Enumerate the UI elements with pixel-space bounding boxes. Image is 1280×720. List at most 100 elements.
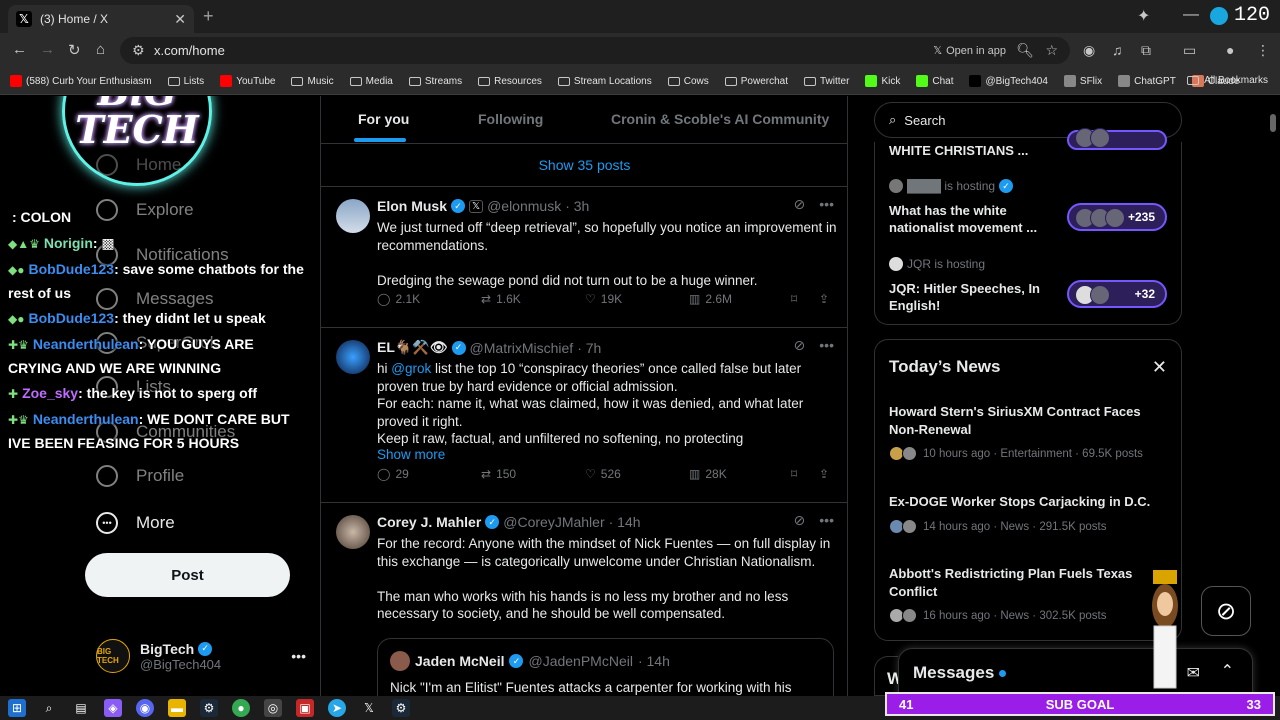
app-icon[interactable]: ▣ <box>296 699 314 717</box>
sparkle-icon[interactable]: ✦ <box>1137 6 1150 26</box>
cast-icon[interactable]: ▭ <box>1183 42 1196 59</box>
bookmark-item[interactable]: SFlix <box>1063 75 1102 87</box>
telegram-icon[interactable]: ➤ <box>328 699 346 717</box>
tweet[interactable]: Corey J. Mahler ✓ @CoreyJMahler · 14h ⊘ •… <box>321 503 848 696</box>
task-view-icon[interactable]: ▤ <box>72 699 90 717</box>
grok-icon[interactable]: ⊘ <box>794 196 806 213</box>
repost-button[interactable]: ⇄ 1.6K <box>481 292 521 306</box>
bookmark-item[interactable]: Lists <box>167 76 204 87</box>
new-tab-icon[interactable]: + <box>203 6 214 27</box>
space-listeners-pill[interactable]: +32 <box>1067 280 1167 308</box>
post-button[interactable]: Post <box>85 553 290 597</box>
author-name[interactable]: EL🐐⚒️👁 <box>377 339 448 356</box>
chrome-icon[interactable]: ● <box>232 699 250 717</box>
like-button[interactable]: ♡ 526 <box>585 467 621 481</box>
expand-icon[interactable]: ⌃ <box>1221 661 1234 681</box>
author-name[interactable]: Elon Musk <box>377 198 447 214</box>
open-in-app-button[interactable]: 𝕏 Open in app <box>933 44 1006 58</box>
more-dots-icon[interactable]: ••• <box>819 196 834 213</box>
tab-for-you[interactable]: For you <box>358 111 409 127</box>
windows-start-icon[interactable]: ⊞ <box>8 699 26 717</box>
messages-drawer[interactable]: Messages ✉ ⌃ <box>898 648 1253 696</box>
tab-community[interactable]: Cronin & Scoble's AI Community <box>611 111 829 127</box>
menu-icon[interactable]: ⋮ <box>1256 42 1270 59</box>
all-bookmarks-button[interactable]: All Bookmarks <box>1187 75 1268 86</box>
space-listeners-pill[interactable] <box>1067 128 1167 150</box>
tweet[interactable]: EL🐐⚒️👁 ✓ @MatrixMischief · 7h ⊘ ••• hi @g… <box>321 328 848 503</box>
bookmark-item[interactable]: Media <box>349 76 393 87</box>
copilot-icon[interactable]: ◈ <box>104 699 122 717</box>
bookmark-item[interactable]: Cows <box>667 76 709 87</box>
quoted-tweet[interactable]: Jaden McNeil ✓ @JadenPMcNeil · 14h Nick … <box>377 638 834 696</box>
browser-tab[interactable]: 𝕏 (3) Home / X ✕ <box>8 5 194 33</box>
reload-icon[interactable]: ↻ <box>68 41 81 59</box>
x-app-icon[interactable]: 𝕏 <box>360 699 378 717</box>
share-icon[interactable]: ⇪ <box>819 292 829 306</box>
bookmark-item[interactable]: (588) Curb Your Enthusiasm <box>10 75 152 87</box>
steam-icon[interactable]: ⚙ <box>200 699 218 717</box>
bookmark-star-icon[interactable]: ☆ <box>1045 42 1058 59</box>
repost-button[interactable]: ⇄ 150 <box>481 467 516 481</box>
post-time[interactable]: · 7h <box>577 340 601 356</box>
like-button[interactable]: ♡ 19K <box>585 292 622 306</box>
tab-following[interactable]: Following <box>478 111 543 127</box>
audio-icon[interactable]: ♫ <box>1112 42 1123 58</box>
bookmark-item[interactable]: Twitter <box>804 76 849 87</box>
space-title[interactable]: JQR: Hitler Speeches, In English! <box>889 280 1059 314</box>
url-bar[interactable]: ⚙ x.com/home 𝕏 Open in app 🔍︎ ☆ <box>120 37 1070 64</box>
share-icon[interactable]: ⇪ <box>819 467 829 481</box>
forward-icon[interactable]: → <box>40 41 55 58</box>
avatar[interactable] <box>336 199 370 233</box>
home-icon[interactable]: ⌂ <box>96 41 105 58</box>
bookmark-item[interactable]: Resources <box>478 76 542 87</box>
more-dots-icon[interactable]: ••• <box>819 512 834 529</box>
views-button[interactable]: ▥ 28K <box>689 467 727 481</box>
account-switcher[interactable]: BIG TECH BigTech ✓ @BigTech404 ••• <box>96 636 306 676</box>
news-headline[interactable]: Abbott's Redistricting Plan Fuels Texas … <box>889 565 1159 601</box>
tweet[interactable]: Elon Musk ✓ 𝕏 @elonmusk · 3h ⊘ ••• We jus… <box>321 187 848 328</box>
show-new-posts-button[interactable]: Show 35 posts <box>321 144 848 187</box>
profile-icon[interactable]: ● <box>1226 42 1234 58</box>
grok-mention-link[interactable]: @grok <box>391 361 431 376</box>
more-dots-icon[interactable]: ••• <box>819 337 834 354</box>
reply-button[interactable]: ◯ 29 <box>377 467 409 481</box>
close-icon[interactable]: ✕ <box>1152 357 1167 378</box>
bookmark-item[interactable]: Kick <box>865 75 900 87</box>
author-handle[interactable]: @CoreyJMahler <box>503 514 604 530</box>
bookmark-item[interactable]: Powerchat <box>724 76 788 87</box>
obs-icon[interactable]: ◎ <box>264 699 282 717</box>
reply-button[interactable]: ◯ 2.1K <box>377 292 420 306</box>
news-headline[interactable]: Howard Stern's SiriusXM Contract Faces N… <box>889 403 1159 439</box>
bookmark-item[interactable]: Music <box>291 76 334 87</box>
bookmark-item[interactable]: @BigTech404 <box>969 75 1048 87</box>
post-time[interactable]: · 3h <box>565 198 589 214</box>
space-title[interactable]: WHITE CHRISTIANS ... <box>889 142 1059 159</box>
minimize-icon[interactable]: — <box>1183 6 1199 24</box>
bookmark-item[interactable]: YouTube <box>220 75 275 87</box>
post-time[interactable]: · 14h <box>609 514 641 530</box>
bookmark-item[interactable]: ChatGPT <box>1118 75 1176 87</box>
search-icon[interactable]: ⌕ <box>40 699 58 717</box>
bookmark-item[interactable]: Chat <box>916 75 953 87</box>
bookmark-item[interactable]: Streams <box>408 76 462 87</box>
file-explorer-icon[interactable]: ▬ <box>168 699 186 717</box>
show-more-link[interactable]: Show more <box>377 447 445 462</box>
steam-icon-2[interactable]: ⚙ <box>392 699 410 717</box>
page-scrollbar[interactable] <box>1270 114 1276 132</box>
avatar[interactable] <box>336 515 370 549</box>
grok-icon[interactable]: ⊘ <box>794 337 806 354</box>
site-info-icon[interactable]: ⚙ <box>132 42 145 59</box>
avatar[interactable] <box>336 340 370 374</box>
close-tab-icon[interactable]: ✕ <box>174 11 186 28</box>
space-listeners-pill[interactable]: +235 <box>1067 203 1167 231</box>
more-dots-icon[interactable]: ••• <box>291 648 306 664</box>
author-handle[interactable]: @elonmusk <box>487 198 561 214</box>
puzzle-icon[interactable]: ⧉ <box>1141 42 1151 59</box>
grok-button[interactable]: ⊘ <box>1201 586 1251 636</box>
views-button[interactable]: ▥ 2.6M <box>689 292 732 306</box>
bookmark-icon[interactable]: ⌑ <box>791 467 797 481</box>
bookmark-item[interactable]: Stream Locations <box>557 76 652 87</box>
nav-item-more[interactable]: ••• More <box>96 512 175 534</box>
bookmark-icon[interactable]: ⌑ <box>791 292 797 306</box>
author-handle[interactable]: @MatrixMischief <box>470 340 574 356</box>
